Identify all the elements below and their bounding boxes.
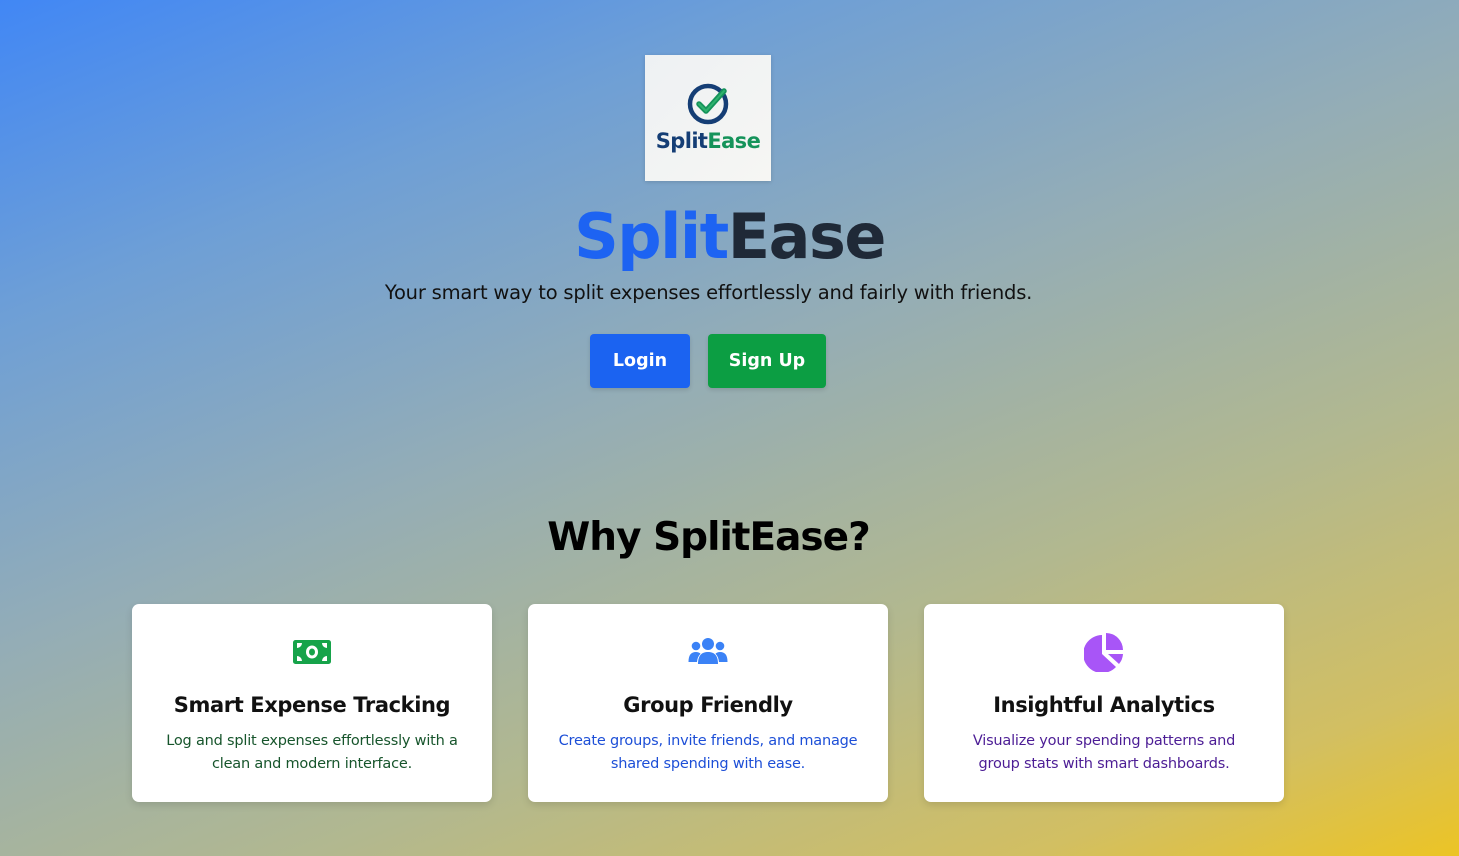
logo-wordmark: SplitEase (645, 129, 771, 153)
feature-card-insightful-analytics: Insightful Analytics Visualize your spen… (924, 604, 1284, 802)
login-button[interactable]: Login (590, 334, 690, 388)
features-heading: Why SplitEase? (547, 515, 870, 560)
chart-pie-icon (1084, 633, 1123, 672)
feature-description: Visualize your spending patterns and gro… (972, 733, 1236, 772)
feature-description: Create groups, invite friends, and manag… (558, 733, 858, 772)
page-title: SplitEase (0, 196, 1459, 278)
signup-button[interactable]: Sign Up (708, 334, 826, 388)
feature-title: Insightful Analytics (993, 693, 1215, 717)
check-circle-icon (687, 83, 729, 125)
page-title-part2: Ease (727, 200, 887, 273)
logo-wordmark-part2: Ease (707, 129, 761, 153)
money-bill-icon (293, 640, 331, 664)
logo: SplitEase (645, 55, 771, 181)
tagline: Your smart way to split expenses effortl… (384, 281, 1033, 304)
feature-title: Group Friendly (623, 693, 793, 717)
feature-card-group-friendly: Group Friendly Create groups, invite fri… (528, 604, 888, 802)
logo-wordmark-part1: Split (655, 129, 708, 153)
feature-title: Smart Expense Tracking (173, 693, 451, 717)
feature-description: Log and split expenses effortlessly with… (166, 733, 458, 772)
feature-card-expense-tracking: Smart Expense Tracking Log and split exp… (132, 604, 492, 802)
users-group-icon (688, 638, 728, 664)
page-title-part1: Split (574, 200, 729, 273)
